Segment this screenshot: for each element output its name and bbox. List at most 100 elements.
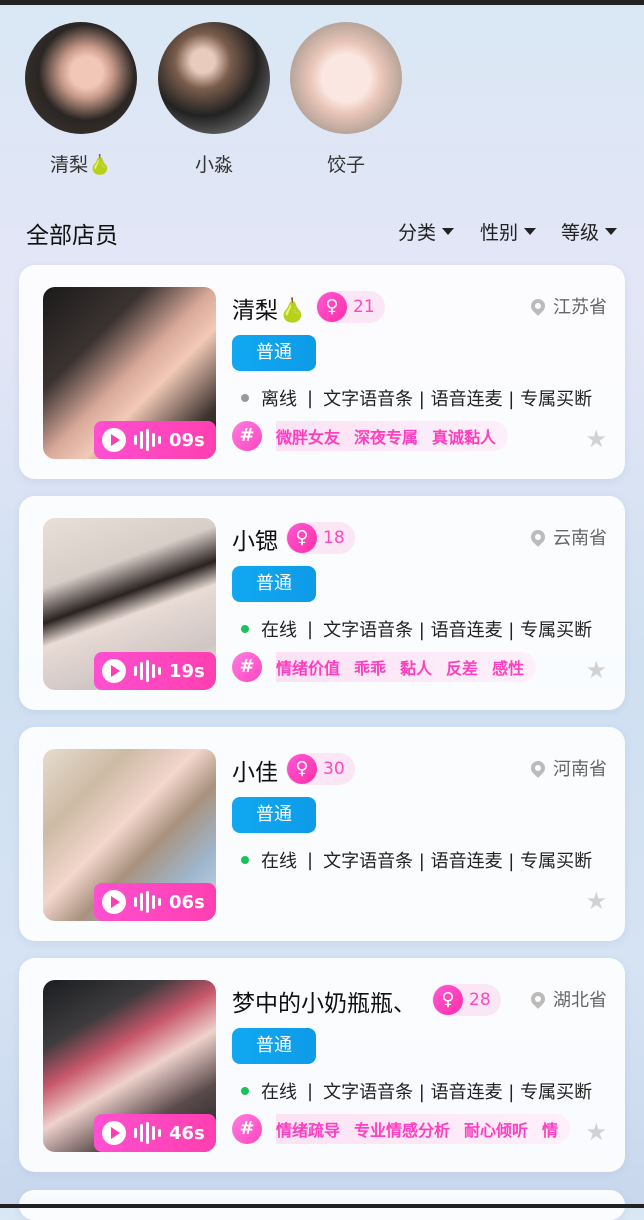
play-icon [102,659,126,683]
services-text: 文字语音条 | 语音连麦 | 专属买断 [323,1082,593,1103]
services-text: 文字语音条 | 语音连麦 | 专属买断 [323,389,593,410]
tag: 反差 [446,659,479,678]
level-number: 28 [469,990,491,1010]
caret-down-icon [524,228,537,235]
play-icon [102,428,126,452]
tag: 情绪疏导 [276,1121,341,1140]
tag: 真诚黏人 [432,428,497,447]
level-badge: ♀ 30 [286,753,355,785]
story-avatar[interactable] [290,22,402,134]
voice-intro-button[interactable]: 46s [94,1114,216,1152]
location: 湖北省 [528,986,607,1012]
female-icon: ♀ [287,523,317,553]
staff-photo[interactable]: 09s [43,287,216,459]
hash-icon: # [232,1114,262,1144]
tag: 情绪价值 [276,659,341,678]
staff-card[interactable]: 09s 清梨🍐 ♀ 21 江苏省 普通 离线 | 文字语音条 | 语音连麦 | … [19,265,625,479]
star-icon[interactable]: ★ [585,1118,607,1146]
staff-photo[interactable]: 46s [43,980,216,1152]
status-text: 离线 [261,389,297,410]
level-number: 21 [353,297,375,317]
story-item[interactable]: 饺子 [289,22,403,177]
filter-level[interactable]: 等级 [561,218,618,245]
status-text: 在线 [261,851,297,872]
tag: 深夜专属 [354,428,419,447]
location-text: 河南省 [553,759,607,780]
hash-icon: # [232,421,262,451]
voice-duration: 46s [169,1122,205,1144]
voice-duration: 06s [169,891,205,913]
pin-icon [528,296,548,316]
female-icon: ♀ [433,985,463,1015]
female-icon: ♀ [287,754,317,784]
story-avatar[interactable] [158,22,270,134]
status-dot [241,1087,249,1095]
tags-row: # 微胖女友 深夜专属 真诚黏人 [232,419,572,453]
staff-name: 小佳 [232,760,278,786]
location: 河南省 [528,755,607,781]
staff-card[interactable]: 06s 小佳 ♀ 30 河南省 普通 在线 | 文字语音条 | 语音连麦 | 专… [19,727,625,941]
filter-category[interactable]: 分类 [398,218,455,245]
hash-icon: # [232,652,262,682]
story-name: 小淼 [194,154,233,176]
star-icon[interactable]: ★ [585,656,607,684]
status-bar [0,0,644,5]
star-icon[interactable]: ★ [585,887,607,915]
star-icon[interactable]: ★ [585,425,607,453]
caret-down-icon [605,228,618,235]
nav-bar [0,1204,644,1208]
services-text: 文字语音条 | 语音连麦 | 专属买断 [323,851,593,872]
story-item[interactable]: 清梨🍐 [24,22,138,177]
status-line: 在线 | 文字语音条 | 语音连麦 | 专属买断 [241,847,605,873]
level-badge: ♀ 18 [286,522,355,554]
story-name: 饺子 [326,154,365,176]
tag: 微胖女友 [276,428,341,447]
voice-intro-button[interactable]: 06s [94,883,216,921]
staff-photo[interactable]: 19s [43,518,216,690]
level-number: 18 [323,528,345,548]
story-avatar[interactable] [25,22,137,134]
tier-badge: 普通 [232,1028,316,1064]
status-text: 在线 [261,620,297,641]
tag: 黏人 [400,659,433,678]
tag: 感性 [492,659,525,678]
status-dot [241,856,249,864]
filter-label: 分类 [398,222,437,244]
level-number: 30 [323,759,345,779]
staff-card[interactable]: 46s 梦中的小奶瓶瓶、 ♀ 28 湖北省 普通 在线 | 文字语音条 | 语音… [19,958,625,1172]
tag: 耐心倾听 [464,1121,529,1140]
tag: 专业情感分析 [354,1121,451,1140]
tag: 乖乖 [354,659,387,678]
voice-duration: 09s [169,429,205,451]
status-dot [241,394,249,402]
location-text: 云南省 [553,528,607,549]
caret-down-icon [442,228,455,235]
tier-badge: 普通 [232,797,316,833]
filter-gender[interactable]: 性别 [480,218,537,245]
status-dot [241,625,249,633]
location-text: 江苏省 [553,297,607,318]
staff-name: 小锶 [232,529,278,555]
story-name: 清梨🍐 [50,154,112,176]
filter-label: 性别 [480,222,519,244]
staff-photo[interactable]: 06s [43,749,216,921]
waveform-icon [134,660,161,682]
voice-intro-button[interactable]: 09s [94,421,216,459]
voice-intro-button[interactable]: 19s [94,652,216,690]
tags-row: # 情绪价值 乖乖 黏人 反差 感性 [232,650,572,684]
tier-badge: 普通 [232,335,316,371]
section-title: 全部店员 [26,223,118,249]
location: 江苏省 [528,293,607,319]
services-text: 文字语音条 | 语音连麦 | 专属买断 [323,620,593,641]
pin-icon [528,989,548,1009]
filter-label: 等级 [561,222,600,244]
level-badge: ♀ 21 [316,291,385,323]
staff-card[interactable]: 19s 小锶 ♀ 18 云南省 普通 在线 | 文字语音条 | 语音连麦 | 专… [19,496,625,710]
staff-name: 清梨🍐 [232,298,307,324]
story-item[interactable]: 小淼 [157,22,271,177]
level-badge: ♀ 28 [432,984,501,1016]
voice-duration: 19s [169,660,205,682]
waveform-icon [134,891,161,913]
status-line: 在线 | 文字语音条 | 语音连麦 | 专属买断 [241,616,605,642]
waveform-icon [134,429,161,451]
